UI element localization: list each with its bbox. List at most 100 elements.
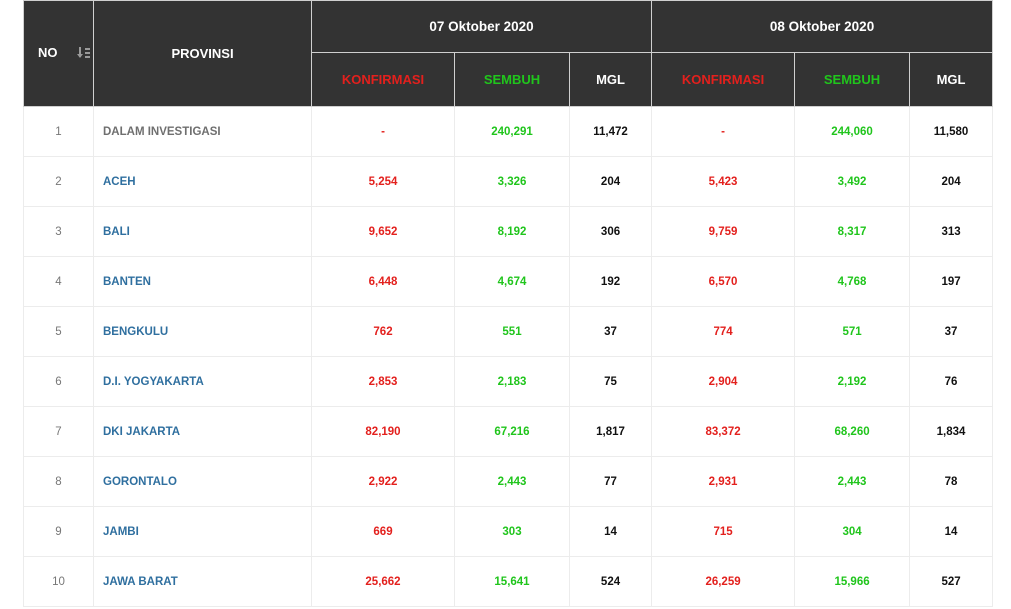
row-number: 3: [23, 206, 94, 257]
column-header-mgl-1[interactable]: MGL: [568, 52, 653, 107]
konfirmasi-value: 9,652: [311, 206, 455, 257]
sembuh-value: 303: [454, 506, 570, 557]
sembuh-value: 571: [794, 306, 911, 357]
mgl-value: 204: [909, 156, 994, 207]
province-link[interactable]: BENGKULU: [93, 306, 312, 357]
mgl-value: 192: [568, 256, 653, 307]
province-link[interactable]: GORONTALO: [93, 456, 312, 507]
konfirmasi-value: 25,662: [311, 556, 455, 607]
sembuh-value: 4,768: [794, 256, 911, 307]
table-row: 1 DALAM INVESTIGASI - 240,291 11,472 - 2…: [23, 106, 994, 157]
province-link[interactable]: BANTEN: [93, 256, 312, 307]
column-header-konfirmasi-1[interactable]: KONFIRMASI: [311, 52, 455, 107]
table-row: 6 D.I. YOGYAKARTA 2,853 2,183 75 2,904 2…: [23, 356, 994, 407]
no-header-label: NO: [38, 44, 58, 60]
province-link[interactable]: ACEH: [93, 156, 312, 207]
province-link[interactable]: BALI: [93, 206, 312, 257]
konfirmasi-value: 26,259: [651, 556, 796, 607]
column-header-sembuh-2[interactable]: SEMBUH: [794, 52, 911, 107]
konfirmasi-value: 762: [311, 306, 455, 357]
table-row: 2 ACEH 5,254 3,326 204 5,423 3,492 204: [23, 156, 994, 207]
row-number: 9: [23, 506, 94, 557]
sembuh-value: 67,216: [454, 406, 570, 457]
mgl-value: 76: [909, 356, 994, 407]
konfirmasi-value: 669: [311, 506, 455, 557]
mgl-value: 75: [568, 356, 653, 407]
mgl-value: 204: [568, 156, 653, 207]
sembuh-value: 15,641: [454, 556, 570, 607]
konfirmasi-value: 5,423: [651, 156, 796, 207]
mgl-value: 14: [909, 506, 994, 557]
row-number: 1: [23, 106, 94, 157]
sembuh-value: 2,192: [794, 356, 911, 407]
mgl-value: 11,580: [909, 106, 994, 157]
row-number: 4: [23, 256, 94, 307]
sembuh-value: 2,443: [454, 456, 570, 507]
table-row: 3 BALI 9,652 8,192 306 9,759 8,317 313: [23, 206, 994, 257]
table-row: 5 BENGKULU 762 551 37 774 571 37: [23, 306, 994, 357]
table-body: 1 DALAM INVESTIGASI - 240,291 11,472 - 2…: [23, 106, 994, 607]
konfirmasi-value: 2,904: [651, 356, 796, 407]
date-header-2: 08 Oktober 2020: [651, 0, 994, 53]
mgl-value: 524: [568, 556, 653, 607]
row-number: 8: [23, 456, 94, 507]
column-header-no[interactable]: NO: [23, 0, 94, 107]
sembuh-value: 304: [794, 506, 911, 557]
sort-icon[interactable]: [77, 45, 91, 62]
sembuh-value: 4,674: [454, 256, 570, 307]
konfirmasi-value: 774: [651, 306, 796, 357]
konfirmasi-value: 2,853: [311, 356, 455, 407]
province-link[interactable]: D.I. YOGYAKARTA: [93, 356, 312, 407]
mgl-value: 14: [568, 506, 653, 557]
mgl-value: 11,472: [568, 106, 653, 157]
table-row: 10 JAWA BARAT 25,662 15,641 524 26,259 1…: [23, 556, 994, 607]
column-header-provinsi[interactable]: PROVINSI: [93, 0, 312, 107]
table-row: 7 DKI JAKARTA 82,190 67,216 1,817 83,372…: [23, 406, 994, 457]
konfirmasi-value: 5,254: [311, 156, 455, 207]
province-name: DALAM INVESTIGASI: [93, 106, 312, 157]
column-header-konfirmasi-2[interactable]: KONFIRMASI: [651, 52, 796, 107]
row-number: 5: [23, 306, 94, 357]
column-header-sembuh-1[interactable]: SEMBUH: [454, 52, 570, 107]
mgl-value: 306: [568, 206, 653, 257]
mgl-value: 77: [568, 456, 653, 507]
covid-province-table: NO PROVINSI 07 Oktober 2020 08 Oktober 2…: [23, 0, 994, 607]
province-link[interactable]: DKI JAKARTA: [93, 406, 312, 457]
mgl-value: 313: [909, 206, 994, 257]
covid-province-table-container: NO PROVINSI 07 Oktober 2020 08 Oktober 2…: [23, 0, 994, 607]
table-row: 8 GORONTALO 2,922 2,443 77 2,931 2,443 7…: [23, 456, 994, 507]
konfirmasi-value: 6,570: [651, 256, 796, 307]
sembuh-value: 240,291: [454, 106, 570, 157]
sembuh-value: 8,317: [794, 206, 911, 257]
konfirmasi-value: 83,372: [651, 406, 796, 457]
konfirmasi-value: 6,448: [311, 256, 455, 307]
sembuh-value: 2,443: [794, 456, 911, 507]
mgl-value: 37: [568, 306, 653, 357]
date-header-1: 07 Oktober 2020: [310, 0, 653, 53]
sembuh-value: 2,183: [454, 356, 570, 407]
province-link[interactable]: JAWA BARAT: [93, 556, 312, 607]
sembuh-value: 3,326: [454, 156, 570, 207]
konfirmasi-value: 82,190: [311, 406, 455, 457]
mgl-value: 37: [909, 306, 994, 357]
table-header: NO PROVINSI 07 Oktober 2020 08 Oktober 2…: [23, 0, 994, 107]
sembuh-value: 8,192: [454, 206, 570, 257]
mgl-value: 78: [909, 456, 994, 507]
mgl-value: 527: [909, 556, 994, 607]
table-row: 9 JAMBI 669 303 14 715 304 14: [23, 506, 994, 557]
mgl-value: 1,834: [909, 406, 994, 457]
konfirmasi-value: 715: [651, 506, 796, 557]
sembuh-value: 551: [454, 306, 570, 357]
mgl-value: 1,817: [568, 406, 653, 457]
sembuh-value: 244,060: [794, 106, 911, 157]
konfirmasi-value: 2,931: [651, 456, 796, 507]
row-number: 10: [23, 556, 94, 607]
column-header-mgl-2[interactable]: MGL: [909, 52, 994, 107]
sembuh-value: 68,260: [794, 406, 911, 457]
row-number: 7: [23, 406, 94, 457]
mgl-value: 197: [909, 256, 994, 307]
konfirmasi-value: -: [311, 106, 455, 157]
province-link[interactable]: JAMBI: [93, 506, 312, 557]
sembuh-value: 15,966: [794, 556, 911, 607]
konfirmasi-value: -: [651, 106, 796, 157]
